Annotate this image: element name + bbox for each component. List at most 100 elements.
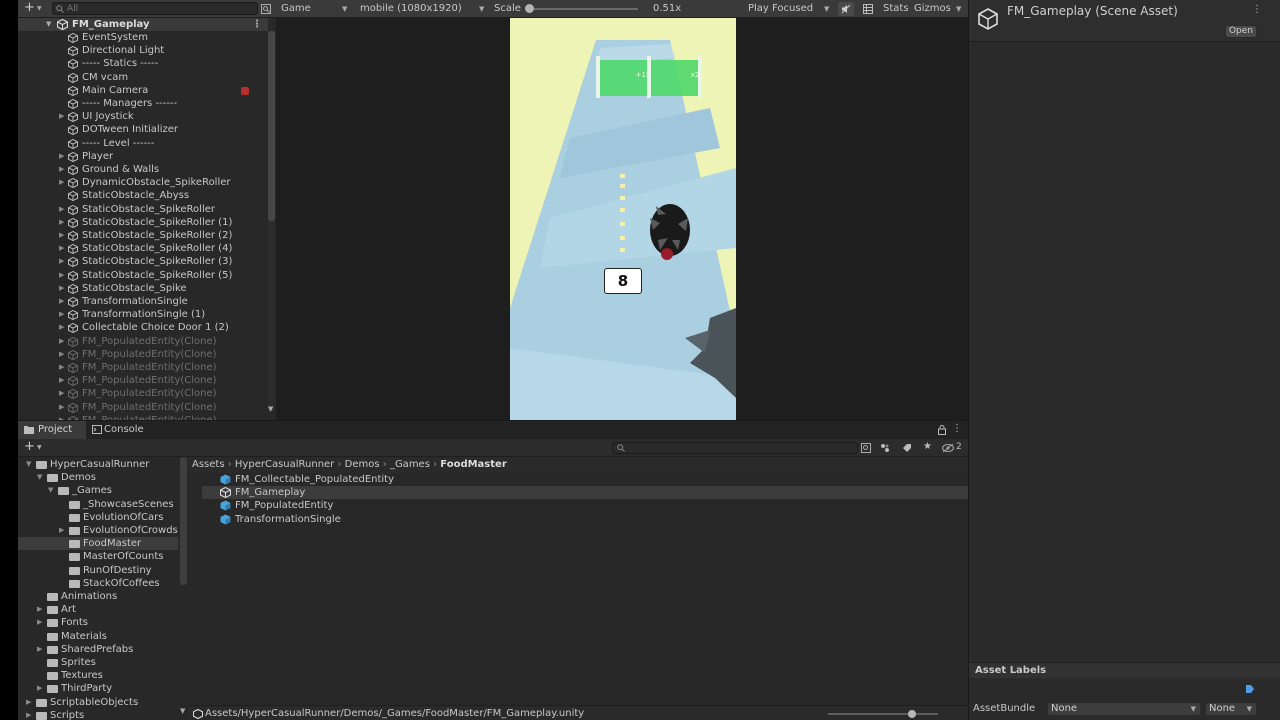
folder-tree-item[interactable]: Animations bbox=[18, 590, 178, 603]
hierarchy-item[interactable]: ▶ StaticObstacle_SpikeRoller (5) bbox=[18, 269, 268, 282]
hierarchy-item[interactable]: ▶ StaticObstacle_SpikeRoller (4) bbox=[18, 242, 268, 255]
icon-size-slider-handle[interactable] bbox=[908, 710, 916, 718]
hierarchy-item[interactable]: EventSystem bbox=[18, 31, 268, 44]
expand-arrow-icon[interactable]: ▶ bbox=[59, 361, 64, 374]
folder-tree-item[interactable]: EvolutionOfCars bbox=[18, 511, 178, 524]
hierarchy-item[interactable]: ▶ StaticObstacle_SpikeRoller (1) bbox=[18, 216, 268, 229]
folder-tree-item[interactable]: MasterOfCounts bbox=[18, 550, 178, 563]
expand-arrow-icon[interactable]: ▼ bbox=[48, 484, 53, 497]
expand-arrow-icon[interactable]: ▶ bbox=[59, 335, 64, 348]
expand-arrow-icon[interactable]: ▶ bbox=[37, 603, 42, 616]
folder-tree-item[interactable]: FoodMaster bbox=[18, 537, 178, 551]
expand-arrow-icon[interactable]: ▶ bbox=[37, 643, 42, 656]
asset-bundle-dropdown[interactable]: None ▼ bbox=[1047, 702, 1201, 716]
add-icon[interactable]: + bbox=[24, 0, 35, 16]
project-search-input[interactable] bbox=[612, 442, 858, 454]
hierarchy-item[interactable]: ▶ FM_PopulatedEntity(Clone) bbox=[18, 361, 268, 374]
folder-tree-item[interactable]: ▶ EvolutionOfCrowds bbox=[18, 524, 178, 537]
expand-arrow-icon[interactable]: ▶ bbox=[26, 696, 31, 709]
hierarchy-item[interactable]: ▶ FM_PopulatedEntity(Clone) bbox=[18, 387, 268, 400]
folder-tree-item[interactable]: ▼ HyperCasualRunner bbox=[18, 458, 178, 471]
more-icon[interactable]: ⋮ bbox=[252, 18, 262, 31]
expand-arrow-icon[interactable]: ▶ bbox=[59, 242, 64, 255]
hierarchy-item[interactable]: ----- Level ------ bbox=[18, 137, 268, 150]
add-icon[interactable]: + bbox=[24, 439, 35, 455]
expand-arrow-icon[interactable]: ▶ bbox=[59, 295, 64, 308]
chevron-down-icon[interactable]: ▼ bbox=[37, 444, 42, 451]
search-by-type-icon[interactable] bbox=[861, 443, 871, 453]
folder-tree-item[interactable]: ▶ ScriptableObjects bbox=[18, 696, 178, 709]
folder-tree-item[interactable]: ▶ ThirdParty bbox=[18, 682, 178, 695]
hidden-packages-icon[interactable] bbox=[942, 443, 954, 453]
hierarchy-item[interactable]: Main Camera bbox=[18, 84, 268, 97]
hierarchy-item[interactable]: ▶ TransformationSingle bbox=[18, 295, 268, 308]
mute-audio-button[interactable] bbox=[838, 2, 854, 16]
breadcrumb-item[interactable]: HyperCasualRunner bbox=[235, 459, 334, 470]
grid-icon[interactable] bbox=[863, 4, 873, 14]
folder-tree-item[interactable]: ▶ Art bbox=[18, 603, 178, 616]
folder-tree-item[interactable]: ▼ Demos bbox=[18, 471, 178, 484]
folder-tree-item[interactable]: Sprites bbox=[18, 656, 178, 669]
hierarchy-item[interactable]: ▶ FM_PopulatedEntity(Clone) bbox=[18, 401, 268, 414]
breadcrumb-item[interactable]: Assets bbox=[192, 459, 225, 470]
project-tree-scrollbar[interactable] bbox=[180, 457, 187, 585]
hierarchy-item[interactable]: StaticObstacle_Abyss bbox=[18, 189, 268, 202]
hierarchy-item[interactable]: ----- Statics ----- bbox=[18, 57, 268, 70]
game-tab-select[interactable]: Game bbox=[281, 0, 311, 18]
scale-slider-track[interactable] bbox=[528, 8, 638, 10]
expand-arrow-icon[interactable]: ▶ bbox=[59, 387, 64, 400]
expand-arrow-icon[interactable]: ▶ bbox=[59, 308, 64, 321]
filter-type-icon[interactable] bbox=[880, 443, 890, 453]
hierarchy-item[interactable]: CM vcam bbox=[18, 71, 268, 84]
folder-tree-item[interactable]: StackOfCoffees bbox=[18, 577, 178, 590]
hierarchy-item[interactable]: ▶ FM_PopulatedEntity(Clone) bbox=[18, 335, 268, 348]
hierarchy-item[interactable]: Directional Light bbox=[18, 44, 268, 57]
breadcrumb-item[interactable]: Demos bbox=[345, 459, 380, 470]
chevron-down-icon[interactable]: ▼ bbox=[342, 0, 347, 18]
scene-row[interactable]: ▼ FM_Gameplay ⋮ bbox=[18, 18, 268, 32]
expand-arrow-icon[interactable]: ▶ bbox=[59, 216, 64, 229]
hierarchy-item[interactable]: ▶ FM_PopulatedEntity(Clone) bbox=[18, 374, 268, 387]
icon-size-slider[interactable] bbox=[828, 713, 938, 715]
asset-item[interactable]: FM_Collectable_PopulatedEntity bbox=[202, 473, 502, 486]
folder-tree-item[interactable]: RunOfDestiny bbox=[18, 564, 178, 577]
scroll-down-icon[interactable]: ▼ bbox=[268, 405, 273, 413]
asset-labels-header[interactable]: Asset Labels bbox=[969, 662, 1280, 678]
folder-tree-item[interactable]: _ShowcaseScenes bbox=[18, 498, 178, 511]
hierarchy-item[interactable]: ▶ Collectable Choice Door 1 (2) bbox=[18, 321, 268, 334]
asset-item[interactable]: TransformationSingle bbox=[202, 513, 502, 526]
expand-arrow-icon[interactable]: ▶ bbox=[59, 150, 64, 163]
breadcrumb-item[interactable]: _Games bbox=[390, 459, 430, 470]
favorite-star-icon[interactable]: ★ bbox=[923, 441, 932, 452]
hierarchy-item[interactable]: ▶ StaticObstacle_SpikeRoller (3) bbox=[18, 255, 268, 268]
expand-arrow-icon[interactable]: ▶ bbox=[59, 203, 64, 216]
scene-search-icon[interactable] bbox=[261, 4, 271, 14]
hierarchy-item[interactable]: ▶ DynamicObstacle_SpikeRoller bbox=[18, 176, 268, 189]
hierarchy-scrollbar[interactable] bbox=[268, 31, 275, 411]
expand-arrow-icon[interactable]: ▶ bbox=[59, 374, 64, 387]
hierarchy-item[interactable]: DOTween Initializer bbox=[18, 123, 268, 136]
label-tag-icon[interactable] bbox=[902, 443, 912, 453]
chevron-down-icon[interactable]: ▼ bbox=[956, 0, 961, 18]
gizmos-button[interactable]: Gizmos bbox=[914, 0, 951, 18]
expand-arrow-icon[interactable]: ▶ bbox=[59, 269, 64, 282]
tab-console[interactable]: Console bbox=[88, 421, 158, 439]
chevron-down-icon[interactable]: ▼ bbox=[46, 18, 51, 31]
chevron-down-icon[interactable]: ▼ bbox=[479, 0, 484, 18]
folder-tree-item[interactable]: Textures bbox=[18, 669, 178, 682]
resolution-dropdown[interactable]: mobile (1080x1920) bbox=[360, 0, 462, 18]
folder-tree-item[interactable]: ▶ Fonts bbox=[18, 616, 178, 629]
expand-arrow-icon[interactable]: ▶ bbox=[59, 229, 64, 242]
lock-icon[interactable] bbox=[938, 425, 946, 435]
expand-arrow-icon[interactable]: ▶ bbox=[59, 163, 64, 176]
expand-arrow-icon[interactable]: ▶ bbox=[59, 348, 64, 361]
hierarchy-item[interactable]: ▶ FM_PopulatedEntity(Clone) bbox=[18, 348, 268, 361]
expand-arrow-icon[interactable]: ▶ bbox=[26, 709, 31, 720]
hierarchy-item[interactable]: ----- Managers ------ bbox=[18, 97, 268, 110]
chevron-down-icon[interactable]: ▼ bbox=[824, 0, 829, 18]
expand-arrow-icon[interactable]: ▶ bbox=[59, 110, 64, 123]
asset-item[interactable]: FM_Gameplay bbox=[202, 486, 968, 500]
expand-arrow-icon[interactable]: ▶ bbox=[59, 176, 64, 189]
tab-project[interactable]: Project bbox=[18, 421, 86, 439]
game-viewport[interactable]: +15 x2 8 bbox=[510, 18, 736, 420]
